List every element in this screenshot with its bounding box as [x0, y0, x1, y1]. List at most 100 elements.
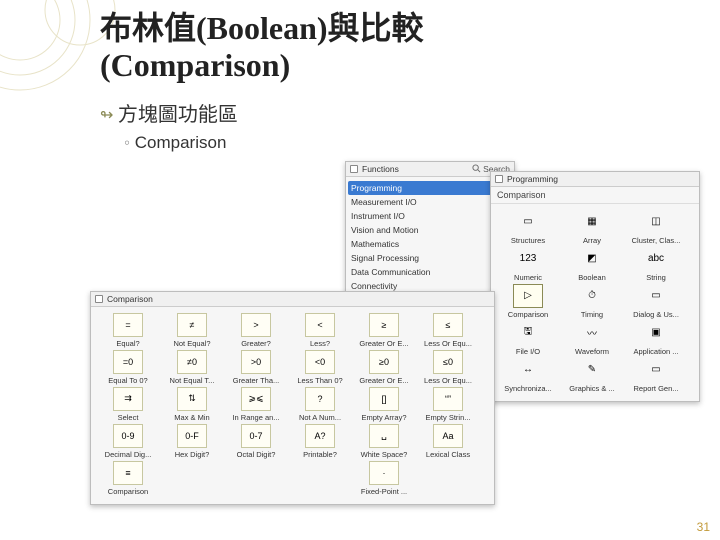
palette-item[interactable]: ▭Structures [499, 210, 557, 245]
palette-spacer [419, 461, 477, 496]
palette-item[interactable]: ⏱Timing [563, 284, 621, 319]
palette-icon: ▣ [641, 321, 671, 345]
palette-icon: ≤0 [433, 350, 463, 374]
palette-item[interactable]: =Equal? [99, 313, 157, 348]
palette-item[interactable]: ◩Boolean [563, 247, 621, 282]
palette-item[interactable]: ▭Report Gen... [627, 358, 685, 393]
category-item[interactable]: Programming▶ [348, 181, 512, 195]
category-label: Programming [351, 183, 402, 193]
palette-item[interactable]: ⇅Max & Min [163, 387, 221, 422]
palette-item[interactable]: ≤0Less Or Equ... [419, 350, 477, 385]
category-label: Mathematics [351, 239, 399, 249]
palette-item[interactable]: ↔ Synchroniza... [499, 358, 557, 393]
palette-item[interactable]: <0Less Than 0? [291, 350, 349, 385]
palette-item[interactable]: ≥0Greater Or E... [355, 350, 413, 385]
palette-item[interactable]: ⇉ Select [99, 387, 157, 422]
palette-icon [241, 461, 271, 485]
palette-label: Waveform [563, 347, 621, 356]
palette-icon: ⇉ [113, 387, 143, 411]
palette-item[interactable]: AaLexical Class [419, 424, 477, 459]
palette-item[interactable]: >0Greater Tha... [227, 350, 285, 385]
category-item[interactable]: Mathematics▶ [348, 237, 512, 251]
palette-item[interactable]: 0-9Decimal Dig... [99, 424, 157, 459]
title-line-2: (Comparison) [100, 47, 290, 83]
palette-icon: A? [305, 424, 335, 448]
pin-icon[interactable] [95, 295, 103, 303]
palette-item[interactable]: []Empty Array? [355, 387, 413, 422]
palette-item[interactable]: ␣White Space? [355, 424, 413, 459]
palette-item[interactable]: ▣ Application ... [627, 321, 685, 356]
palette-icon: ▦ [577, 210, 607, 234]
palette-icon: ◩ [577, 247, 607, 271]
palette-item[interactable]: ≠Not Equal? [163, 313, 221, 348]
palette-icon: ▷ [513, 284, 543, 308]
palette-icon: ≤ [433, 313, 463, 337]
palette-label: String [627, 273, 685, 282]
palette-item[interactable]: ▷ Comparison [499, 284, 557, 319]
palette-icon: >0 [241, 350, 271, 374]
category-item[interactable]: Measurement I/O▶ [348, 195, 512, 209]
palette-label: Comparison [99, 487, 157, 496]
palette-label: Equal To 0? [99, 376, 157, 385]
category-item[interactable]: Vision and Motion▶ [348, 223, 512, 237]
palette-icon: ≠ [177, 313, 207, 337]
palette-item[interactable]: ?Not A Num... [291, 387, 349, 422]
palette-spacer [291, 461, 349, 496]
palette-label: Less Than 0? [291, 376, 349, 385]
palette-label: Fixed-Point ... [355, 487, 413, 496]
palette-item[interactable]: ≥Greater Or E... [355, 313, 413, 348]
palette-label: Comparison [499, 310, 557, 319]
palette-label: Greater? [227, 339, 285, 348]
palette-label: Dialog & Us... [627, 310, 685, 319]
palette-label: Select [99, 413, 157, 422]
palette-icon: ≠0 [177, 350, 207, 374]
palette-label: Less Or Equ... [419, 339, 477, 348]
category-item[interactable]: Instrument I/O▶ [348, 209, 512, 223]
palette-item[interactable]: ▭Dialog & Us... [627, 284, 685, 319]
palette-item[interactable]: ▦Array [563, 210, 621, 245]
page-number: 31 [697, 520, 710, 534]
palette-icon: ≡ [113, 461, 143, 485]
palette-item[interactable]: >Greater? [227, 313, 285, 348]
pin-icon[interactable] [495, 175, 503, 183]
palette-item[interactable]: abcString [627, 247, 685, 282]
palette-item[interactable]: ◫ Cluster, Clas... [627, 210, 685, 245]
pin-icon[interactable] [350, 165, 358, 173]
palette-item[interactable]: ·Fixed-Point ... [355, 461, 413, 496]
palette-label: Less? [291, 339, 349, 348]
palette-label: In Range an... [227, 413, 285, 422]
palette-icon: ⇅ [177, 387, 207, 411]
palette-label: Hex Digit? [163, 450, 221, 459]
palette-icon [177, 461, 207, 485]
palette-label: Not A Num... [291, 413, 349, 422]
palette-label: Application ... [627, 347, 685, 356]
palette-item[interactable]: ≤ Less Or Equ... [419, 313, 477, 348]
palette-label: Greater Or E... [355, 376, 413, 385]
palette-item[interactable]: ≠0Not Equal T... [163, 350, 221, 385]
palette-item[interactable]: 0-7Octal Digit? [227, 424, 285, 459]
palette-label: Synchroniza... [499, 384, 557, 393]
palette-icon: ▭ [513, 210, 543, 234]
palette-label: Numeric [499, 273, 557, 282]
palette-item[interactable]: =0Equal To 0? [99, 350, 157, 385]
breadcrumb: Comparison [107, 294, 153, 304]
palette-item[interactable]: <Less? [291, 313, 349, 348]
palette-item[interactable]: 123Numeric [499, 247, 557, 282]
palette-item[interactable]: ✎Graphics & ... [563, 358, 621, 393]
panel-header: Functions Search [346, 162, 514, 177]
palette-item[interactable]: 🖫File I/O [499, 321, 557, 356]
palette-item[interactable]: 〰Waveform [563, 321, 621, 356]
palette-label: Cluster, Clas... [627, 236, 685, 245]
palette-item[interactable]: 0-FHex Digit? [163, 424, 221, 459]
palette-icon: “” [433, 387, 463, 411]
palette-icon: ◫ [641, 210, 671, 234]
palette-item[interactable]: ≡ Comparison [99, 461, 157, 496]
palette-item[interactable]: A?Printable? [291, 424, 349, 459]
palette-icon: ↔ [513, 358, 543, 382]
category-item[interactable]: Data Communication▶ [348, 265, 512, 279]
palette-item[interactable]: “”Empty Strin... [419, 387, 477, 422]
category-item[interactable]: Signal Processing▶ [348, 251, 512, 265]
category-label: Connectivity [351, 281, 397, 291]
breadcrumb: Programming [507, 174, 558, 184]
palette-item[interactable]: ⩾⩽In Range an... [227, 387, 285, 422]
